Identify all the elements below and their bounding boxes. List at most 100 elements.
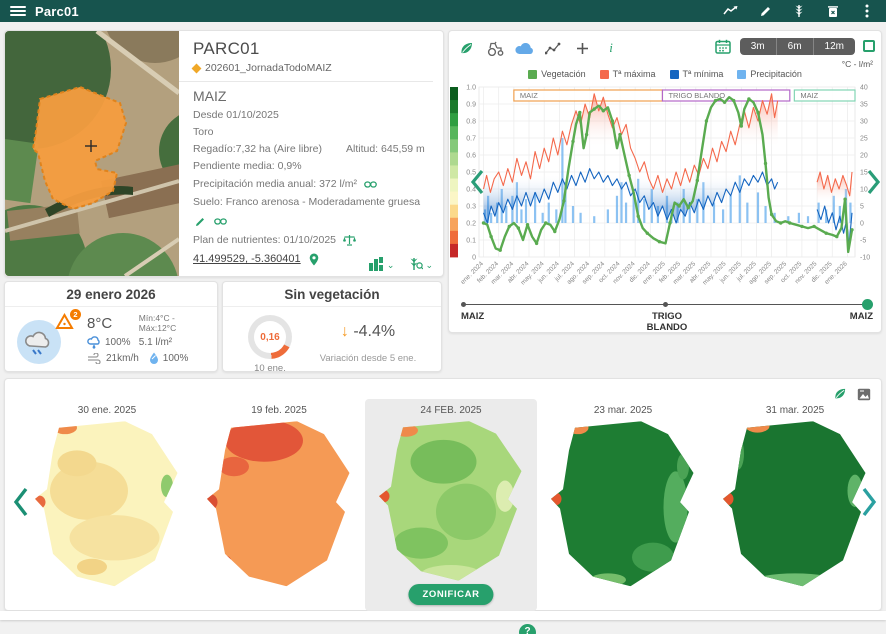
crop-since: Desde 01/10/2025	[193, 109, 279, 121]
vegetation-card: Sin vegetación 0,16 10 ene. ↓ -4.4% Vari…	[222, 281, 442, 372]
ndvi-delta-label: Variación desde 5 ene.	[305, 353, 431, 364]
help-fab[interactable]: ?	[519, 624, 536, 634]
svg-text:35: 35	[860, 102, 868, 109]
soil-link-icon[interactable]	[213, 214, 227, 228]
info-icon[interactable]: i	[602, 39, 620, 57]
wind-icon	[87, 353, 102, 364]
carousel-item-3[interactable]: 24 FEB. 2025 ZONIFICAR	[365, 399, 537, 611]
coordinates-link[interactable]: 41.499529, -5.360401	[193, 253, 301, 265]
down-arrow-icon: ↓	[341, 323, 349, 340]
field-map[interactable]	[5, 31, 179, 276]
timeline-label-maiz-1[interactable]: MAIZ	[461, 311, 484, 322]
carousel-next-chevron[interactable]	[862, 487, 877, 522]
carousel-item-4[interactable]: 23 mar. 2025	[537, 399, 709, 599]
svg-text:0.2: 0.2	[466, 221, 476, 228]
tractor-tasks-icon[interactable]	[486, 39, 504, 57]
legend-swatch-precip	[737, 70, 746, 79]
carousel-item-date: 30 ene. 2025	[21, 405, 193, 416]
range-6m-button[interactable]: 6m	[776, 38, 813, 55]
legend-swatch-vegetation	[528, 70, 537, 79]
nutrient-plan-label: Plan de nutrientes: 01/10/2025	[193, 234, 336, 246]
carousel-item-1[interactable]: 30 ene. 2025	[21, 399, 193, 599]
top-app-bar: Parc01	[0, 0, 886, 22]
svg-text:20: 20	[860, 153, 868, 160]
edit-pencil-icon[interactable]	[750, 2, 780, 20]
svg-text:0.8: 0.8	[466, 119, 476, 126]
field-ndvi-image	[720, 418, 870, 596]
expand-icon[interactable]	[863, 40, 875, 52]
right-axis-unit: °C - l/m²	[842, 59, 873, 69]
field-ndvi-image	[376, 418, 526, 590]
carousel-item-2[interactable]: 19 feb. 2025	[193, 399, 365, 599]
zonificar-button[interactable]: ZONIFICAR	[408, 584, 493, 605]
carousel-item-date: 23 mar. 2025	[537, 405, 709, 416]
range-buttons: 3m 6m 12m	[740, 38, 855, 55]
altitude-label: Altitud: 645,59 m	[346, 143, 425, 155]
delete-trash-icon[interactable]	[818, 2, 848, 20]
kebab-menu-icon[interactable]	[852, 2, 882, 20]
svg-text:TRIGO BLANDO: TRIGO BLANDO	[668, 91, 725, 100]
carousel-item-5[interactable]: 31 mar. 2025	[709, 399, 881, 599]
timeline-dot-trigo[interactable]	[663, 302, 668, 307]
page-title: Parc01	[35, 4, 79, 19]
location-pin-icon[interactable]	[307, 252, 321, 266]
svg-text:0.1: 0.1	[466, 238, 476, 245]
carousel-prev-chevron[interactable]	[13, 487, 28, 522]
crop-name: MAIZ	[193, 88, 433, 104]
svg-text:5: 5	[860, 204, 864, 211]
chart-prev-chevron[interactable]	[471, 169, 484, 200]
wheat-icon[interactable]	[784, 2, 814, 20]
weather-date: 29 enero 2026	[5, 282, 217, 307]
add-series-icon[interactable]	[573, 39, 591, 57]
temp-minmax: Mín:4°C -Máx:12°C	[139, 313, 211, 333]
field-name: PARC01	[193, 39, 433, 59]
ndvi-gauge: 0,16	[248, 315, 292, 359]
svg-text:0: 0	[860, 221, 864, 228]
svg-text:0: 0	[472, 255, 476, 262]
field-summary-card: PARC01 202601_JornadaTodoMAIZ MAIZ Desde…	[4, 30, 444, 277]
rainfall-link-icon[interactable]	[363, 177, 377, 191]
wind-speed: 21km/h	[106, 353, 139, 364]
legend-label-precip: Precipitación	[750, 69, 802, 79]
carousel-item-date: 31 mar. 2025	[709, 405, 881, 416]
field-info: PARC01 202601_JornadaTodoMAIZ MAIZ Desde…	[179, 31, 443, 276]
analytics-icon[interactable]	[716, 2, 746, 20]
crop-selector[interactable]: ⌄	[408, 256, 433, 271]
range-12m-button[interactable]: 12m	[813, 38, 855, 55]
weather-layer-icon[interactable]	[515, 39, 533, 57]
timeline-dot-maiz-2[interactable]	[862, 299, 873, 310]
vegetation-layer-icon[interactable]	[457, 39, 475, 57]
chart-next-chevron[interactable]	[867, 169, 880, 200]
chart-legend: Vegetación Tª máxima Tª mínima Precipita…	[449, 69, 881, 79]
calendar-icon[interactable]	[714, 37, 732, 55]
field-ndvi-image	[204, 418, 354, 596]
humidity-drop-icon	[149, 352, 159, 364]
field-ndvi-image	[32, 418, 182, 596]
ndvi-value: 0,16	[248, 315, 292, 359]
town-label: Toro	[193, 126, 213, 138]
hamburger-menu-icon[interactable]	[10, 6, 26, 16]
svg-text:30: 30	[860, 119, 868, 126]
campaign-label: 202601_JornadaTodoMAIZ	[205, 62, 332, 74]
carousel-item-date: 19 feb. 2025	[193, 405, 365, 416]
soil-edit-icon[interactable]	[193, 214, 207, 228]
legend-swatch-tmax	[600, 70, 609, 79]
carousel-item-date: 24 FEB. 2025	[365, 405, 537, 416]
rain-prob: 100%	[105, 337, 131, 348]
scatter-series-icon[interactable]	[544, 39, 562, 57]
evolution-chart[interactable]: 1.00.90.80.70.60.50.40.30.20.10403530252…	[449, 81, 883, 293]
timeline-label-maiz-2[interactable]: MAIZ	[850, 311, 873, 322]
campaign-row[interactable]: 202601_JornadaTodoMAIZ	[193, 62, 433, 74]
legend-label-tmin: Tª mínima	[683, 69, 724, 79]
timeline-dot-maiz-1[interactable]	[461, 302, 466, 307]
weather-alert-icon[interactable]: 2	[55, 313, 79, 333]
nutrient-balance-icon[interactable]	[342, 233, 356, 247]
index-selector[interactable]: ⌄	[369, 256, 395, 271]
crop-timeline: MAIZ TRIGO BLANDO MAIZ	[449, 295, 881, 333]
svg-text:MAIZ: MAIZ	[800, 91, 818, 100]
rain-prob-icon	[87, 336, 101, 349]
timeline-label-trigo[interactable]: TRIGO BLANDO	[639, 311, 695, 333]
legend-swatch-tmin	[670, 70, 679, 79]
range-3m-button[interactable]: 3m	[740, 38, 776, 55]
vegetation-status-title: Sin vegetación	[223, 282, 441, 307]
